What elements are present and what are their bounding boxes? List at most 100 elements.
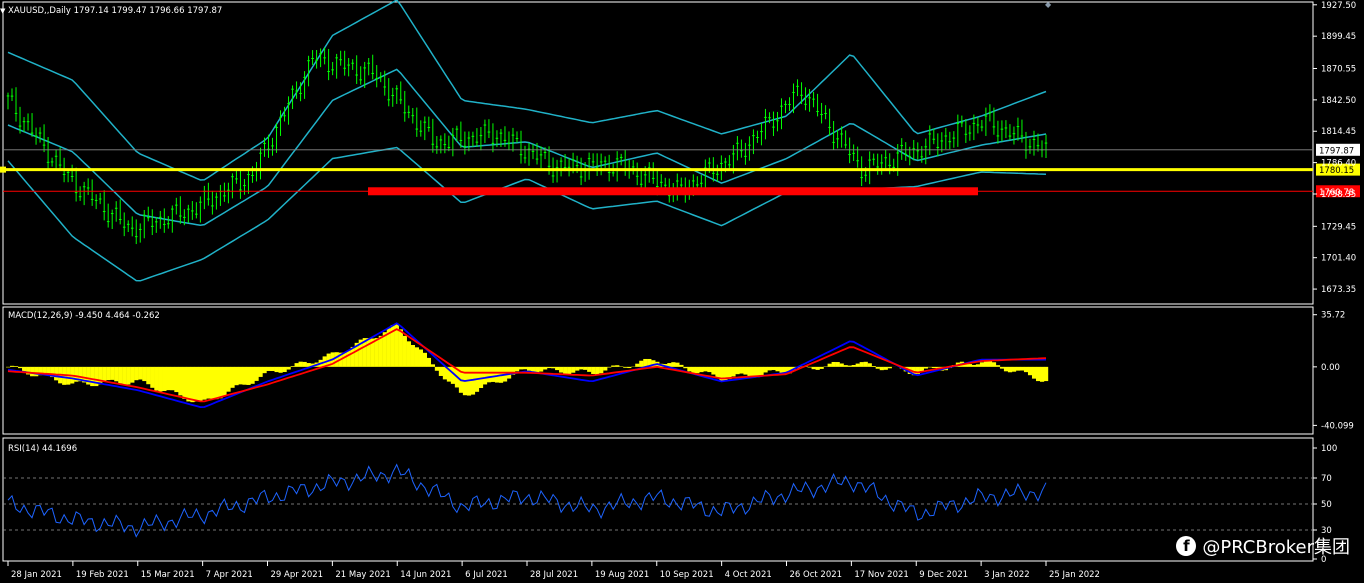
facebook-icon: f xyxy=(1176,536,1197,556)
macd-bar xyxy=(406,341,411,367)
rsi-header: RSI(14) 44.1696 xyxy=(8,444,77,454)
macd-bar xyxy=(711,366,716,375)
time-tick-label: 19 Feb 2021 xyxy=(76,570,129,580)
macd-bar xyxy=(611,365,616,367)
time-tick-label: 14 Jun 2021 xyxy=(400,570,451,580)
macd-bar xyxy=(743,366,748,375)
current-price-label: 1797.87 xyxy=(1319,146,1354,156)
macd-bar xyxy=(246,366,251,385)
macd-bar xyxy=(110,366,115,380)
macd-bar xyxy=(639,360,644,367)
macd-bar xyxy=(983,361,989,367)
macd-bar xyxy=(831,361,836,367)
macd-bar xyxy=(118,366,123,384)
macd-tick-label: 0.00 xyxy=(1321,363,1340,373)
macd-bar xyxy=(1031,366,1037,379)
macd-bar xyxy=(410,345,415,367)
macd-bar xyxy=(198,366,203,401)
scroll-marker-icon[interactable]: ◆ xyxy=(1045,0,1052,9)
macd-bar xyxy=(238,366,243,385)
macd-bar xyxy=(230,366,235,388)
time-tick-label: 28 Jan 2021 xyxy=(11,570,62,580)
macd-bar xyxy=(547,366,552,369)
macd-bar xyxy=(514,366,520,372)
macd-bar xyxy=(1003,366,1009,372)
macd-bar xyxy=(490,366,496,382)
macd-bar xyxy=(551,366,556,369)
macd-bar xyxy=(819,366,824,369)
macd-bar xyxy=(687,366,692,372)
watermark: f @PRCBroker集团 xyxy=(1176,533,1350,559)
macd-bar xyxy=(699,366,704,373)
macd-bar xyxy=(414,347,419,367)
macd-bar xyxy=(174,366,179,393)
macd-bar xyxy=(366,338,371,367)
time-tick-label: 6 Jul 2021 xyxy=(465,570,508,580)
main-panel: 1797.871780.151760.78 1927.501899.451870… xyxy=(0,0,1360,305)
price-tick-label: 1927.50 xyxy=(1321,1,1356,11)
macd-bar xyxy=(222,366,227,396)
macd-bar xyxy=(575,366,580,371)
macd-bar xyxy=(422,352,428,367)
time-tick-label: 29 Apr 2021 xyxy=(271,570,324,580)
macd-bar xyxy=(262,366,267,374)
price-tick-label: 1673.35 xyxy=(1321,285,1356,295)
macd-bar xyxy=(106,366,111,381)
collapse-triangle-icon[interactable]: ▼ xyxy=(0,7,6,15)
macd-bar xyxy=(430,364,436,367)
macd-bar xyxy=(114,366,119,382)
macd-bar xyxy=(627,366,632,369)
macd-bar xyxy=(975,364,981,367)
bollinger-upper xyxy=(7,0,1047,181)
time-tick-label: 25 Jan 2022 xyxy=(1049,570,1100,580)
macd-bar xyxy=(346,350,351,367)
macd-bar xyxy=(182,366,187,399)
rsi-tick-label: 50 xyxy=(1321,500,1332,510)
macd-bar xyxy=(334,352,339,367)
macd-bar xyxy=(599,366,604,374)
price-tick-label: 1758.35 xyxy=(1321,190,1356,200)
macd-bar xyxy=(883,366,888,370)
macd-bar xyxy=(178,366,183,396)
macd-bar xyxy=(102,366,107,382)
bollinger-lower xyxy=(7,146,1047,282)
macd-bar xyxy=(679,364,684,367)
macd-bar xyxy=(591,366,596,374)
macd-bar xyxy=(539,366,544,372)
macd-bar xyxy=(731,366,736,377)
macd-bar xyxy=(142,366,147,382)
macd-bar xyxy=(162,366,167,392)
macd-bar xyxy=(811,366,816,370)
macd-bar xyxy=(815,366,820,370)
macd-bar xyxy=(1035,366,1041,382)
rsi-panel-frame xyxy=(2,437,1314,562)
macd-bar xyxy=(1015,366,1021,371)
macd-bar xyxy=(194,366,199,402)
macd-bar xyxy=(486,366,492,383)
macd-bar xyxy=(122,366,127,385)
macd-bar xyxy=(991,362,997,367)
macd-bar xyxy=(875,366,880,369)
macd-bar xyxy=(154,366,159,391)
macd-bar xyxy=(559,366,564,373)
macd-bar xyxy=(518,366,524,370)
macd-bar xyxy=(767,366,772,371)
time-tick-label: 7 Apr 2021 xyxy=(206,570,253,580)
macd-bar xyxy=(342,352,347,367)
macd-bar xyxy=(150,366,155,388)
macd-bar xyxy=(398,329,403,367)
macd-bar xyxy=(138,366,143,380)
macd-bar xyxy=(1011,366,1017,372)
macd-bar xyxy=(835,362,840,367)
time-tick-label: 15 Mar 2021 xyxy=(141,570,195,580)
macd-bar xyxy=(999,366,1005,369)
macd-bar xyxy=(442,366,448,380)
macd-bar xyxy=(643,358,648,367)
support-handle[interactable] xyxy=(0,166,6,173)
support-zone-bar[interactable] xyxy=(368,187,978,196)
bollinger-middle xyxy=(7,68,1047,227)
macd-bar xyxy=(715,366,720,378)
price-tick-label: 1786.40 xyxy=(1321,159,1356,169)
chart-canvas: 1797.871780.151760.78 1927.501899.451870… xyxy=(0,0,1360,580)
macd-bar xyxy=(134,366,139,381)
